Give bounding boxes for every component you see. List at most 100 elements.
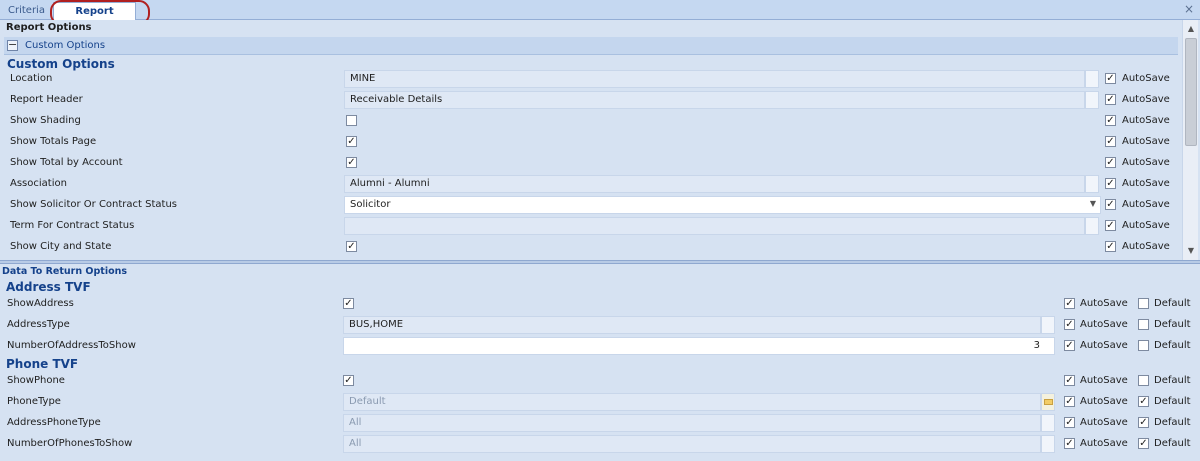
autosave-checkbox[interactable]: ✓	[1064, 340, 1075, 351]
autosave-checkbox[interactable]: ✓	[1064, 417, 1075, 428]
option-label: Show Total by Account	[10, 157, 123, 168]
autosave-label: AutoSave	[1080, 375, 1128, 386]
option-checkbox[interactable]	[346, 115, 357, 126]
option-combo[interactable]: Solicitor	[344, 196, 1101, 214]
field-end-cap	[1085, 91, 1099, 109]
option-row: Show Shading ✓ AutoSave	[0, 111, 1180, 132]
autosave-label: AutoSave	[1122, 115, 1170, 126]
option-row: Report Header Receivable Details ✓ AutoSave	[0, 90, 1180, 111]
autosave-label: AutoSave	[1122, 220, 1170, 231]
option-row: Show Solicitor Or Contract Status Solicit…	[0, 195, 1180, 216]
option-label: NumberOfPhonesToShow	[7, 438, 133, 449]
option-checkbox[interactable]: ✓	[346, 157, 357, 168]
option-row: Association Alumni - Alumni ✓ AutoSave	[0, 174, 1180, 195]
autosave-checkbox[interactable]: ✓	[1105, 157, 1116, 168]
option-checkbox[interactable]: ✓	[346, 136, 357, 147]
autosave-label: AutoSave	[1080, 438, 1128, 449]
option-label: AddressType	[7, 319, 70, 330]
autosave-label: AutoSave	[1080, 417, 1128, 428]
option-input[interactable]: Receivable Details	[344, 91, 1085, 109]
option-number-input[interactable]: 3	[343, 337, 1055, 355]
vertical-scrollbar[interactable]: ▲ ▼	[1182, 20, 1198, 260]
collapse-icon[interactable]: −	[7, 39, 18, 51]
default-checkbox[interactable]	[1138, 375, 1149, 386]
option-checkbox[interactable]: ✓	[346, 241, 357, 252]
field-end-cap	[1085, 70, 1099, 88]
option-row: AddressPhoneType All ✓ AutoSave ✓ Default	[0, 413, 1200, 434]
autosave-label: AutoSave	[1122, 241, 1170, 252]
option-row: AddressType BUS,HOME ✓ AutoSave Default	[0, 315, 1200, 336]
lower-panel-header: Data To Return Options	[2, 266, 128, 277]
default-label: Default	[1154, 340, 1191, 351]
default-checkbox[interactable]: ✓	[1138, 417, 1149, 428]
autosave-checkbox[interactable]: ✓	[1064, 298, 1075, 309]
default-label: Default	[1154, 298, 1191, 309]
autosave-checkbox[interactable]: ✓	[1105, 241, 1116, 252]
option-label: Show City and State	[10, 241, 112, 252]
autosave-label: AutoSave	[1080, 298, 1128, 309]
default-label: Default	[1154, 417, 1191, 428]
panel-header: Report Options	[6, 22, 92, 33]
data-to-return-panel: Data To Return Options Address TVF ShowAd…	[0, 264, 1200, 461]
tab-report-options[interactable]: Report Options	[53, 2, 136, 34]
field-end-cap	[1041, 414, 1055, 432]
tab-bar: Criteria Report Options ×	[0, 0, 1200, 34]
section-title: Phone TVF	[6, 357, 79, 371]
option-input[interactable]: All	[343, 414, 1041, 432]
option-input[interactable]: All	[343, 435, 1041, 453]
autosave-label: AutoSave	[1080, 396, 1128, 407]
option-row: Show City and State ✓ ✓ AutoSave	[0, 237, 1180, 258]
option-input[interactable]: MINE	[344, 70, 1085, 88]
option-checkbox[interactable]: ✓	[343, 375, 354, 386]
option-row: NumberOfPhonesToShow All ✓ AutoSave ✓ Default	[0, 434, 1200, 455]
option-label: ShowAddress	[7, 298, 74, 309]
option-row: NumberOfAddressToShow 3 ✓ AutoSave Default	[0, 336, 1200, 357]
autosave-checkbox[interactable]: ✓	[1064, 396, 1075, 407]
group-title: Custom Options	[25, 40, 106, 51]
autosave-checkbox[interactable]: ✓	[1105, 220, 1116, 231]
option-input[interactable]: BUS,HOME	[343, 316, 1041, 334]
option-row: PhoneType Default ✓ AutoSave ✓ Default	[0, 392, 1200, 413]
autosave-checkbox[interactable]: ✓	[1105, 94, 1116, 105]
autosave-checkbox[interactable]: ✓	[1105, 73, 1116, 84]
autosave-checkbox[interactable]: ✓	[1105, 199, 1116, 210]
default-checkbox[interactable]	[1138, 298, 1149, 309]
option-label: Location	[10, 73, 53, 84]
close-icon[interactable]: ×	[1184, 3, 1194, 15]
option-label: Show Shading	[10, 115, 81, 126]
scroll-down-icon[interactable]: ▼	[1185, 245, 1197, 257]
group-bar: − Custom Options	[4, 37, 1178, 55]
tab-criteria[interactable]: Criteria	[2, 2, 51, 20]
autosave-checkbox[interactable]: ✓	[1105, 178, 1116, 189]
autosave-label: AutoSave	[1122, 94, 1170, 105]
autosave-label: AutoSave	[1122, 73, 1170, 84]
autosave-checkbox[interactable]: ✓	[1105, 136, 1116, 147]
default-checkbox[interactable]: ✓	[1138, 396, 1149, 407]
option-input[interactable]: Alumni - Alumni	[344, 175, 1085, 193]
default-label: Default	[1154, 375, 1191, 386]
option-row: Show Totals Page ✓ ✓ AutoSave	[0, 132, 1180, 153]
autosave-checkbox[interactable]: ✓	[1064, 375, 1075, 386]
autosave-label: AutoSave	[1122, 178, 1170, 189]
dropdown-arrow-icon[interactable]: ▼	[1086, 197, 1100, 213]
option-checkbox[interactable]: ✓	[343, 298, 354, 309]
option-row: Location MINE ✓ AutoSave	[0, 69, 1180, 90]
default-label: Default	[1154, 438, 1191, 449]
default-checkbox[interactable]: ✓	[1138, 438, 1149, 449]
autosave-checkbox[interactable]: ✓	[1064, 438, 1075, 449]
autosave-checkbox[interactable]: ✓	[1105, 115, 1116, 126]
default-checkbox[interactable]	[1138, 319, 1149, 330]
default-label: Default	[1154, 319, 1191, 330]
option-label: AddressPhoneType	[7, 417, 101, 428]
folder-icon[interactable]	[1041, 393, 1055, 411]
option-input[interactable]	[344, 217, 1085, 235]
option-row: Show Total by Account ✓ ✓ AutoSave	[0, 153, 1180, 174]
option-row: ShowAddress ✓ ✓ AutoSave Default	[0, 294, 1200, 315]
autosave-label: AutoSave	[1122, 157, 1170, 168]
scroll-up-icon[interactable]: ▲	[1185, 23, 1197, 35]
autosave-checkbox[interactable]: ✓	[1064, 319, 1075, 330]
default-checkbox[interactable]	[1138, 340, 1149, 351]
option-input[interactable]: Default	[343, 393, 1041, 411]
scroll-thumb[interactable]	[1185, 38, 1197, 146]
field-end-cap	[1041, 435, 1055, 453]
